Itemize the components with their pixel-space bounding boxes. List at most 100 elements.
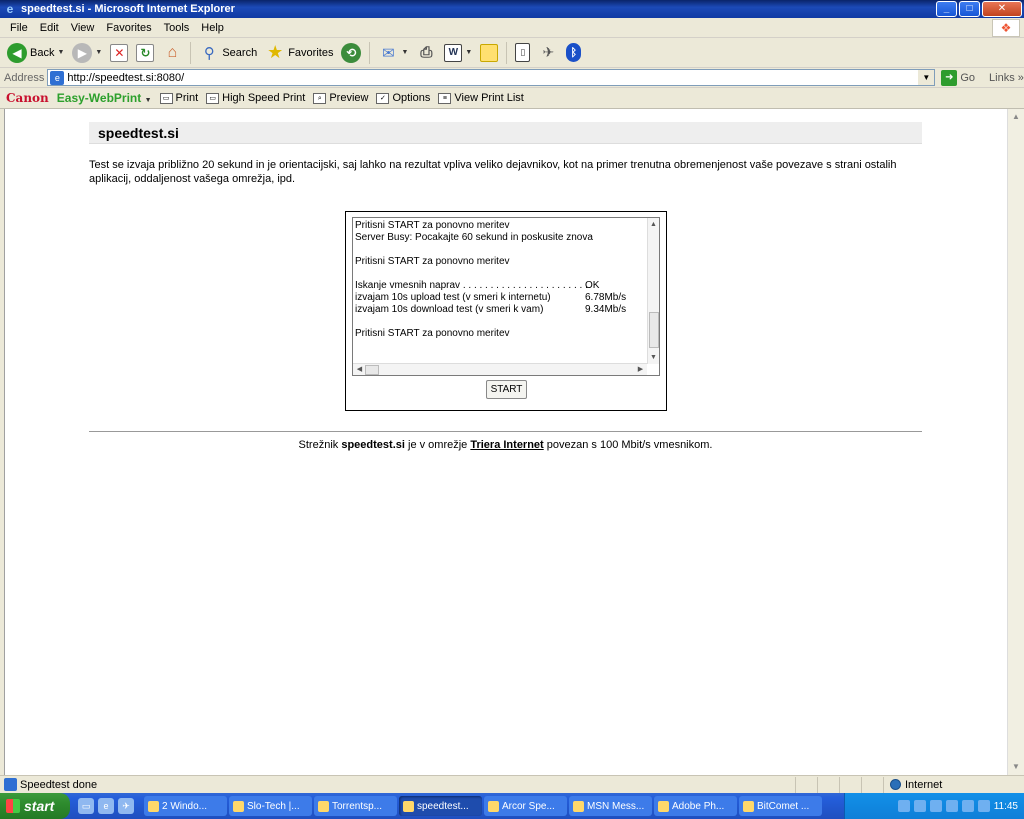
- printer-icon: ⎙: [420, 44, 433, 61]
- messenger-button[interactable]: ✈: [535, 40, 561, 66]
- high-speed-print-button[interactable]: ▭ High Speed Print: [206, 92, 305, 104]
- refresh-button[interactable]: ↻: [133, 40, 157, 66]
- forward-dropdown-icon[interactable]: ▼: [95, 49, 102, 56]
- tray-icon[interactable]: [961, 800, 974, 812]
- tray-icon[interactable]: [945, 800, 958, 812]
- star-icon: ★: [267, 42, 284, 62]
- app-quicklaunch-icon[interactable]: ✈: [118, 798, 134, 814]
- back-label: Back: [30, 46, 55, 59]
- mail-dropdown-icon[interactable]: ▼: [401, 49, 408, 56]
- bitcomet-icon: [743, 800, 754, 812]
- taskbar-item[interactable]: Torrentsp...: [314, 796, 397, 816]
- history-button[interactable]: ⟲: [338, 40, 364, 66]
- tray-icon[interactable]: [897, 800, 910, 812]
- page-vertical-scrollbar[interactable]: ▲ ▼: [1007, 109, 1024, 775]
- scroll-thumb[interactable]: [649, 312, 659, 348]
- tray-icon[interactable]: [977, 800, 990, 812]
- scroll-down-icon[interactable]: ▼: [648, 352, 659, 363]
- result-log[interactable]: Pritisni START za ponovno meritev Server…: [352, 217, 660, 376]
- upload-speed: 6.78Mb/s: [585, 292, 627, 303]
- address-dropdown-icon[interactable]: ▼: [918, 70, 935, 85]
- favorites-button[interactable]: ★ Favorites: [262, 40, 336, 66]
- start-button[interactable]: START: [486, 380, 527, 399]
- go-button[interactable]: ➜ Go: [941, 69, 975, 86]
- plane-icon: ✈: [542, 44, 555, 60]
- menu-favorites[interactable]: Favorites: [100, 22, 157, 34]
- scroll-up-icon[interactable]: ▲: [648, 219, 659, 230]
- favorites-label: Favorites: [288, 46, 334, 59]
- links-label: Links: [989, 71, 1015, 84]
- footer-text: Strežnik speedtest.si je v omrežje Trier…: [89, 439, 922, 451]
- ie-quicklaunch-icon[interactable]: e: [98, 798, 114, 814]
- taskbar-item[interactable]: Adobe Ph...: [654, 796, 737, 816]
- start-menu-button[interactable]: start: [0, 793, 70, 819]
- preview-button[interactable]: ⌕ Preview: [313, 92, 368, 104]
- scroll-up-icon[interactable]: ▲: [1008, 109, 1024, 125]
- print-button[interactable]: ⎙: [413, 40, 439, 66]
- scroll-left-icon[interactable]: ◀: [354, 364, 365, 375]
- browser-icon: [318, 800, 329, 812]
- search-button[interactable]: ⚲ Search: [196, 40, 260, 66]
- minimize-button[interactable]: _: [936, 1, 957, 17]
- back-button[interactable]: ◀ Back ▼: [4, 40, 67, 66]
- maximize-button[interactable]: □: [959, 1, 980, 17]
- taskbar-item[interactable]: BitComet ...: [739, 796, 822, 816]
- log-label: izvajam 10s download test (v smeri k vam…: [355, 304, 544, 315]
- log-line: Pritisni START za ponovno meritev: [355, 328, 510, 339]
- log-blank: [355, 244, 643, 256]
- taskbar-item[interactable]: Arcor Spe...: [484, 796, 567, 816]
- canon-print-label: Print: [175, 92, 199, 104]
- network-link[interactable]: Triera Internet: [470, 439, 543, 451]
- device-button[interactable]: ▯: [512, 40, 533, 66]
- notes-button[interactable]: [477, 40, 501, 66]
- log-horizontal-scrollbar[interactable]: ◀ ▶: [353, 363, 647, 375]
- edit-button[interactable]: W ▼: [441, 40, 475, 66]
- address-url[interactable]: http://speedtest.si:8080/: [67, 72, 184, 84]
- log-blank: [355, 268, 643, 280]
- menu-tools[interactable]: Tools: [158, 22, 196, 34]
- menu-view[interactable]: View: [65, 22, 101, 34]
- tray-icon[interactable]: [929, 800, 942, 812]
- tray-icon[interactable]: [913, 800, 926, 812]
- taskbar-item[interactable]: MSN Mess...: [569, 796, 652, 816]
- canon-print-button[interactable]: ▭ Print: [159, 92, 199, 104]
- home-button[interactable]: ⌂: [159, 40, 185, 66]
- scroll-down-icon[interactable]: ▼: [1008, 759, 1024, 775]
- address-input[interactable]: e http://speedtest.si:8080/ ▼: [47, 69, 936, 86]
- mail-button[interactable]: ✉ ▼: [375, 40, 411, 66]
- forward-button[interactable]: ▶ ▼: [69, 40, 105, 66]
- window-controls: _ □ ✕: [936, 1, 1022, 17]
- taskbar-item-active[interactable]: speedtest...: [399, 796, 482, 816]
- view-print-list-button[interactable]: ≡ View Print List: [438, 92, 524, 104]
- footer-server: speedtest.si: [341, 439, 405, 451]
- page-content: speedtest.si Test se izvaja približno 20…: [4, 109, 1007, 775]
- windows-logo-icon: ❖: [992, 19, 1020, 37]
- clock[interactable]: 11:45: [994, 801, 1018, 812]
- security-zone[interactable]: Internet: [883, 776, 1003, 793]
- scroll-thumb[interactable]: [365, 365, 379, 375]
- preview-label: Preview: [329, 92, 369, 104]
- back-dropdown-icon[interactable]: ▼: [57, 49, 64, 56]
- menu-edit[interactable]: Edit: [34, 22, 65, 34]
- log-vertical-scrollbar[interactable]: ▲ ▼: [647, 218, 659, 364]
- go-arrow-icon: ➜: [941, 69, 958, 86]
- taskbar-item[interactable]: 2 Windo...: [144, 796, 227, 816]
- menu-file[interactable]: File: [4, 22, 34, 34]
- divider: [89, 431, 922, 432]
- easy-webprint-menu[interactable]: Easy-WebPrint ▼: [57, 91, 152, 105]
- taskbar-item[interactable]: Slo-Tech |...: [229, 796, 312, 816]
- edit-dropdown-icon[interactable]: ▼: [465, 49, 472, 56]
- bluetooth-button[interactable]: ᛒ: [563, 40, 584, 66]
- refresh-icon: ↻: [136, 43, 155, 62]
- address-bar: Address e http://speedtest.si:8080/ ▼ ➜ …: [0, 68, 1024, 88]
- links-button[interactable]: Links »: [989, 72, 1024, 84]
- log-line: Pritisni START za ponovno meritev: [355, 256, 510, 267]
- options-button[interactable]: ✓ Options: [376, 92, 430, 104]
- close-button[interactable]: ✕: [982, 1, 1022, 17]
- window-title-bar[interactable]: e speedtest.si - Microsoft Internet Expl…: [0, 0, 1024, 18]
- desktop-icon[interactable]: ▭: [78, 798, 94, 814]
- status-cell: [861, 776, 883, 793]
- stop-button[interactable]: ✕: [107, 40, 131, 66]
- menu-help[interactable]: Help: [195, 22, 230, 34]
- scroll-right-icon[interactable]: ▶: [635, 364, 646, 375]
